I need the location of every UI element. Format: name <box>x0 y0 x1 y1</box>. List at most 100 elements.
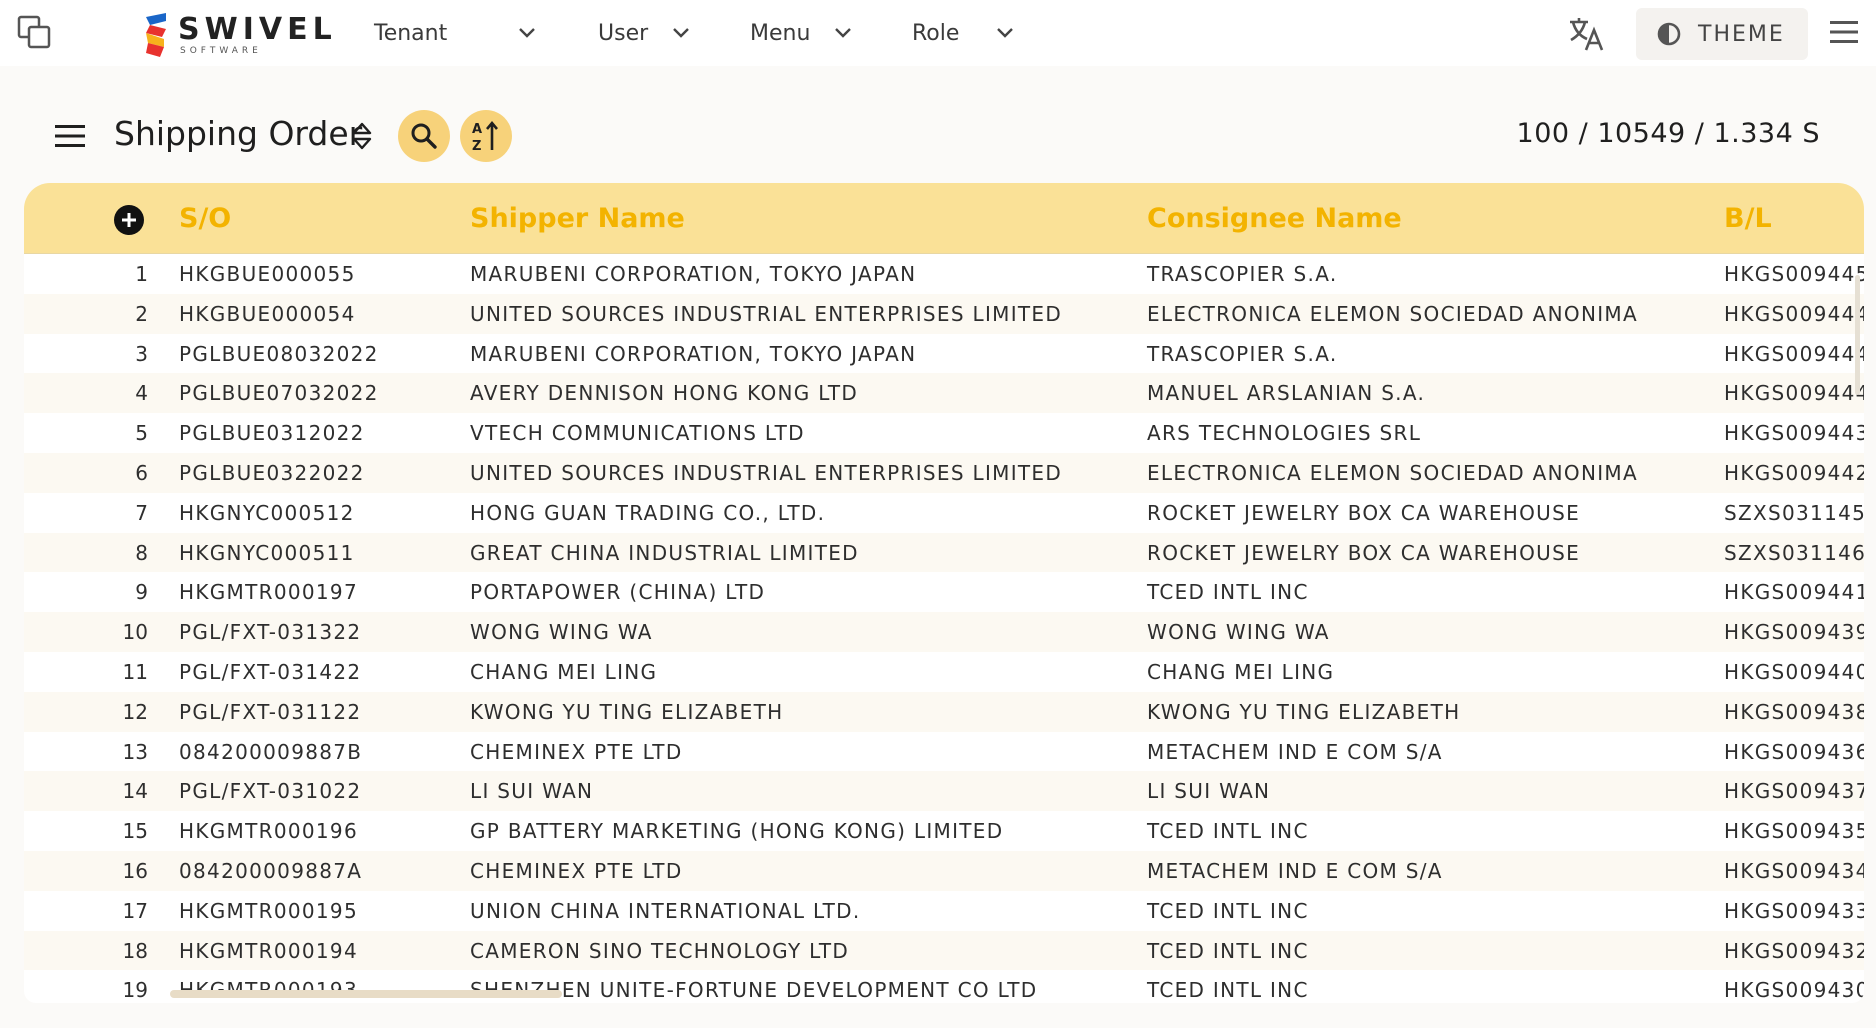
shipper-cell: GP BATTERY MARKETING (HONG KONG) LIMITED <box>470 819 1004 844</box>
role-dropdown[interactable]: Role <box>912 17 1022 49</box>
consignee-cell: TCED INTL INC <box>1147 819 1309 844</box>
bl-cell: HKGS009435 <box>1724 819 1864 844</box>
tenant-dropdown[interactable]: Tenant <box>374 17 544 49</box>
table-row[interactable]: 1 HKGBUE000055 MARUBENI CORPORATION, TOKYO… <box>24 254 1864 294</box>
table-row[interactable]: 5 PGLBUE0312022 VTECH COMMUNICATIONS LTD AR… <box>24 413 1864 453</box>
svg-text:A: A <box>472 122 482 137</box>
table-row[interactable]: 9 HKGMTR000197 PORTAPOWER (CHINA) LTD TCED … <box>24 572 1864 612</box>
table-row[interactable]: 10 PGL/FXT-031322 WONG WING WA WONG WING WA… <box>24 612 1864 652</box>
row-number: 8 <box>135 540 148 565</box>
consignee-cell: ELECTRONICA ELEMON SOCIEDAD ANONIMA <box>1147 460 1638 485</box>
record-stats: 100 / 10549 / 1.334 S <box>1516 118 1820 149</box>
shipper-cell: UNITED SOURCES INDUSTRIAL ENTERPRISES LI… <box>470 460 1063 485</box>
consignee-cell: TCED INTL INC <box>1147 898 1309 923</box>
consignee-cell: METACHEM IND E COM S/A <box>1147 858 1443 883</box>
tenant-label: Tenant <box>374 20 448 46</box>
row-number: 14 <box>122 779 148 804</box>
translate-icon[interactable] <box>1566 14 1606 54</box>
sort-az-button[interactable]: A Z <box>460 110 512 162</box>
table-row[interactable]: 18 HKGMTR000194 CAMERON SINO TECHNOLOGY LT… <box>24 930 1864 971</box>
add-row-button[interactable] <box>114 205 144 235</box>
bl-cell: HKGS009445 <box>1724 262 1864 286</box>
row-number: 6 <box>135 460 148 485</box>
table-row[interactable]: 6 PGLBUE0322022 UNITED SOURCES INDUSTRIAL … <box>24 452 1864 493</box>
so-cell: PGL/FXT-031022 <box>179 779 362 804</box>
table-row[interactable]: 16 084200009887A CHEMINEX PTE LTD METACHEM … <box>24 850 1864 891</box>
table-row[interactable]: 12 PGL/FXT-031122 KWONG YU TING ELIZABETH K… <box>24 691 1864 732</box>
row-number: 1 <box>135 262 148 286</box>
column-header-consignee-name[interactable]: Consignee Name <box>1147 203 1402 234</box>
sort-toggle-icon[interactable] <box>350 120 374 152</box>
bl-cell: HKGS009444 <box>1724 301 1864 326</box>
table-row[interactable]: 8 HKGNYC000511 GREAT CHINA INDUSTRIAL LIMI… <box>24 532 1864 573</box>
bl-cell: SZXS031145 <box>1724 500 1864 525</box>
so-cell: PGL/FXT-031322 <box>179 620 362 645</box>
column-header-shipper-name[interactable]: Shipper Name <box>470 203 685 234</box>
top-bar: SWIVEL SOFTWARE Tenant User Menu Role TH… <box>0 0 1876 66</box>
so-cell: 084200009887A <box>179 858 363 883</box>
hamburger-menu-icon[interactable] <box>1828 18 1860 46</box>
brand-logo[interactable]: SWIVEL SOFTWARE <box>142 10 337 60</box>
svg-text:Z: Z <box>472 139 481 153</box>
table-row[interactable]: 17 HKGMTR000195 UNION CHINA INTERNATIONAL … <box>24 891 1864 931</box>
table-row[interactable]: 4 PGLBUE07032022 AVERY DENNISON HONG KONG … <box>24 373 1864 414</box>
shipper-cell: CHANG MEI LING <box>470 659 658 684</box>
so-cell: HKGNYC000512 <box>179 500 355 525</box>
shipper-cell: PORTAPOWER (CHINA) LTD <box>470 580 766 605</box>
table-row[interactable]: 3 PGLBUE08032022 MARUBENI CORPORATION, TOK… <box>24 334 1864 374</box>
so-cell: HKGNYC000511 <box>179 540 355 565</box>
so-cell: PGL/FXT-031122 <box>179 699 362 724</box>
table-row[interactable]: 2 HKGBUE000054 UNITED SOURCES INDUSTRIAL E… <box>24 293 1864 334</box>
bl-cell: HKGS009436 <box>1724 739 1864 764</box>
window-restore-icon[interactable] <box>16 14 52 50</box>
shipping-order-table: S/O Shipper Name Consignee Name B/L 1 HKG… <box>24 183 1864 1003</box>
shipper-cell: CAMERON SINO TECHNOLOGY LTD <box>470 938 850 963</box>
consignee-cell: WONG WING WA <box>1147 620 1330 645</box>
column-header-bl[interactable]: B/L <box>1724 203 1772 234</box>
bl-cell: HKGS009438 <box>1724 699 1864 724</box>
row-number: 2 <box>135 301 148 326</box>
column-header-so[interactable]: S/O <box>179 203 231 234</box>
bl-cell: HKGS009443 <box>1724 421 1864 446</box>
shipper-cell: CHEMINEX PTE LTD <box>470 739 683 764</box>
row-number: 13 <box>122 739 148 764</box>
horizontal-scrollbar[interactable] <box>170 990 562 998</box>
table-row[interactable]: 15 HKGMTR000196 GP BATTERY MARKETING (HONG… <box>24 811 1864 851</box>
row-number: 4 <box>135 381 148 406</box>
page-toolbar: Shipping Order A Z 100 / 10549 / 1.334 S <box>0 100 1876 172</box>
so-cell: HKGBUE000055 <box>179 262 356 286</box>
search-icon <box>411 123 437 149</box>
table-row[interactable]: 7 HKGNYC000512 HONG GUAN TRADING CO., LTD.… <box>24 493 1864 533</box>
so-cell: HKGMTR000197 <box>179 580 358 605</box>
row-number: 16 <box>122 858 148 883</box>
table-row[interactable]: 19HKGMTR000193SHENZHEN UNITE-FORTUNE DEV… <box>24 970 1864 1003</box>
row-number: 12 <box>122 699 148 724</box>
table-row[interactable]: 11 PGL/FXT-031422 CHANG MEI LING CHANG MEI … <box>24 652 1864 692</box>
theme-button[interactable]: THEME <box>1636 8 1808 60</box>
shipper-cell: AVERY DENNISON HONG KONG LTD <box>470 381 859 406</box>
table-body: 1 HKGBUE000055 MARUBENI CORPORATION, TOKYO… <box>24 254 1864 1003</box>
user-dropdown[interactable]: User <box>598 17 698 49</box>
so-cell: PGLBUE07032022 <box>179 381 379 406</box>
consignee-cell: TRASCOPIER S.A. <box>1147 262 1338 286</box>
table-row[interactable]: 14 PGL/FXT-031022 LI SUI WAN LI SUI WAN HKGS… <box>24 771 1864 812</box>
shipper-cell: GREAT CHINA INDUSTRIAL LIMITED <box>470 540 859 565</box>
shipper-cell: WONG WING WA <box>470 620 653 645</box>
search-button[interactable] <box>398 110 450 162</box>
table-row[interactable]: 13 084200009887B CHEMINEX PTE LTD METACHEM … <box>24 732 1864 772</box>
consignee-cell: TCED INTL INC <box>1147 580 1309 605</box>
consignee-cell: ROCKET JEWELRY BOX CA WAREHOUSE <box>1147 540 1581 565</box>
so-cell: HKGMTR000196 <box>179 819 358 844</box>
so-cell: HKGMTR000195 <box>179 898 358 923</box>
vertical-scrollbar[interactable] <box>1855 275 1860 395</box>
menu-dropdown[interactable]: Menu <box>750 17 860 49</box>
consignee-cell: TCED INTL INC <box>1147 938 1309 963</box>
shipper-cell: KWONG YU TING ELIZABETH <box>470 699 784 724</box>
consignee-cell: MANUEL ARSLANIAN S.A. <box>1147 381 1426 406</box>
so-cell: PGLBUE0322022 <box>179 460 365 485</box>
so-cell: HKGMTR000194 <box>179 938 358 963</box>
list-menu-icon[interactable] <box>54 124 86 148</box>
half-circle-theme-icon <box>1657 22 1681 46</box>
row-number: 18 <box>122 938 148 963</box>
shipper-cell: MARUBENI CORPORATION, TOKYO JAPAN <box>470 262 917 286</box>
